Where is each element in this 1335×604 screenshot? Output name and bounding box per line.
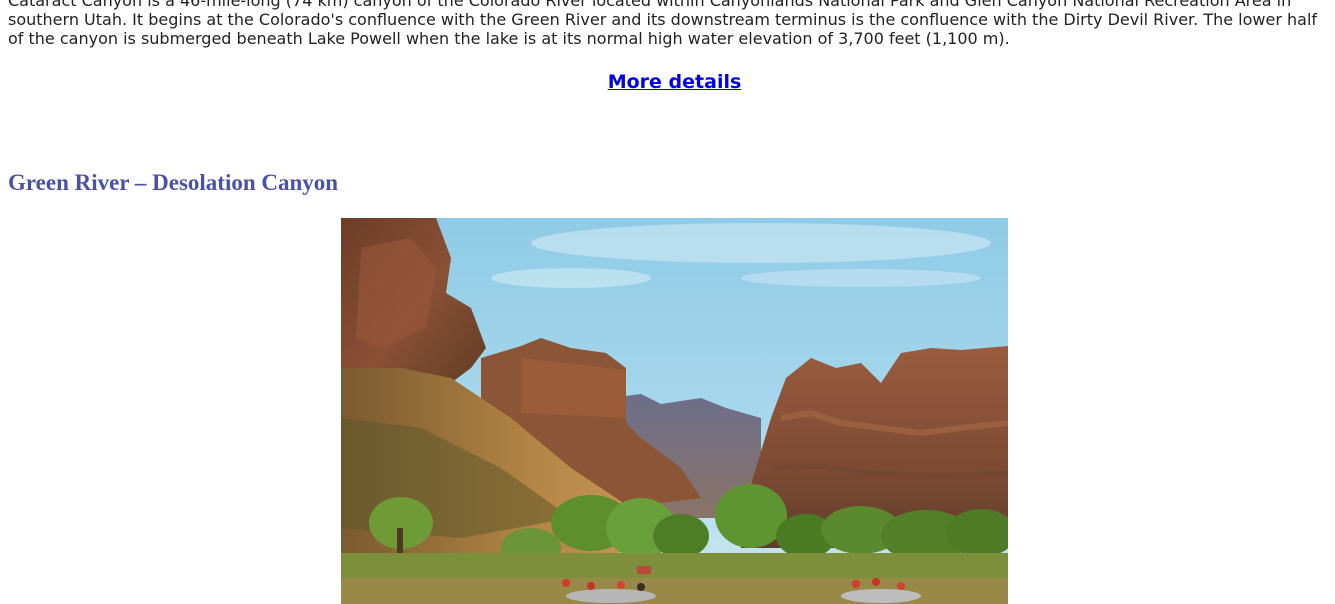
section-heading: Green River – Desolation Canyon [8, 170, 339, 195]
canyon-photo [341, 218, 1008, 604]
canyon-description: Cataract Canyon is a 46-mile-long (74 km… [8, 0, 1318, 48]
page: Cataract Canyon is a 46-mile-long (74 km… [0, 0, 1335, 604]
more-details-container: More details [0, 71, 1335, 93]
canyon-photo-illustration [341, 218, 1008, 604]
more-details-link[interactable]: More details [608, 71, 742, 93]
